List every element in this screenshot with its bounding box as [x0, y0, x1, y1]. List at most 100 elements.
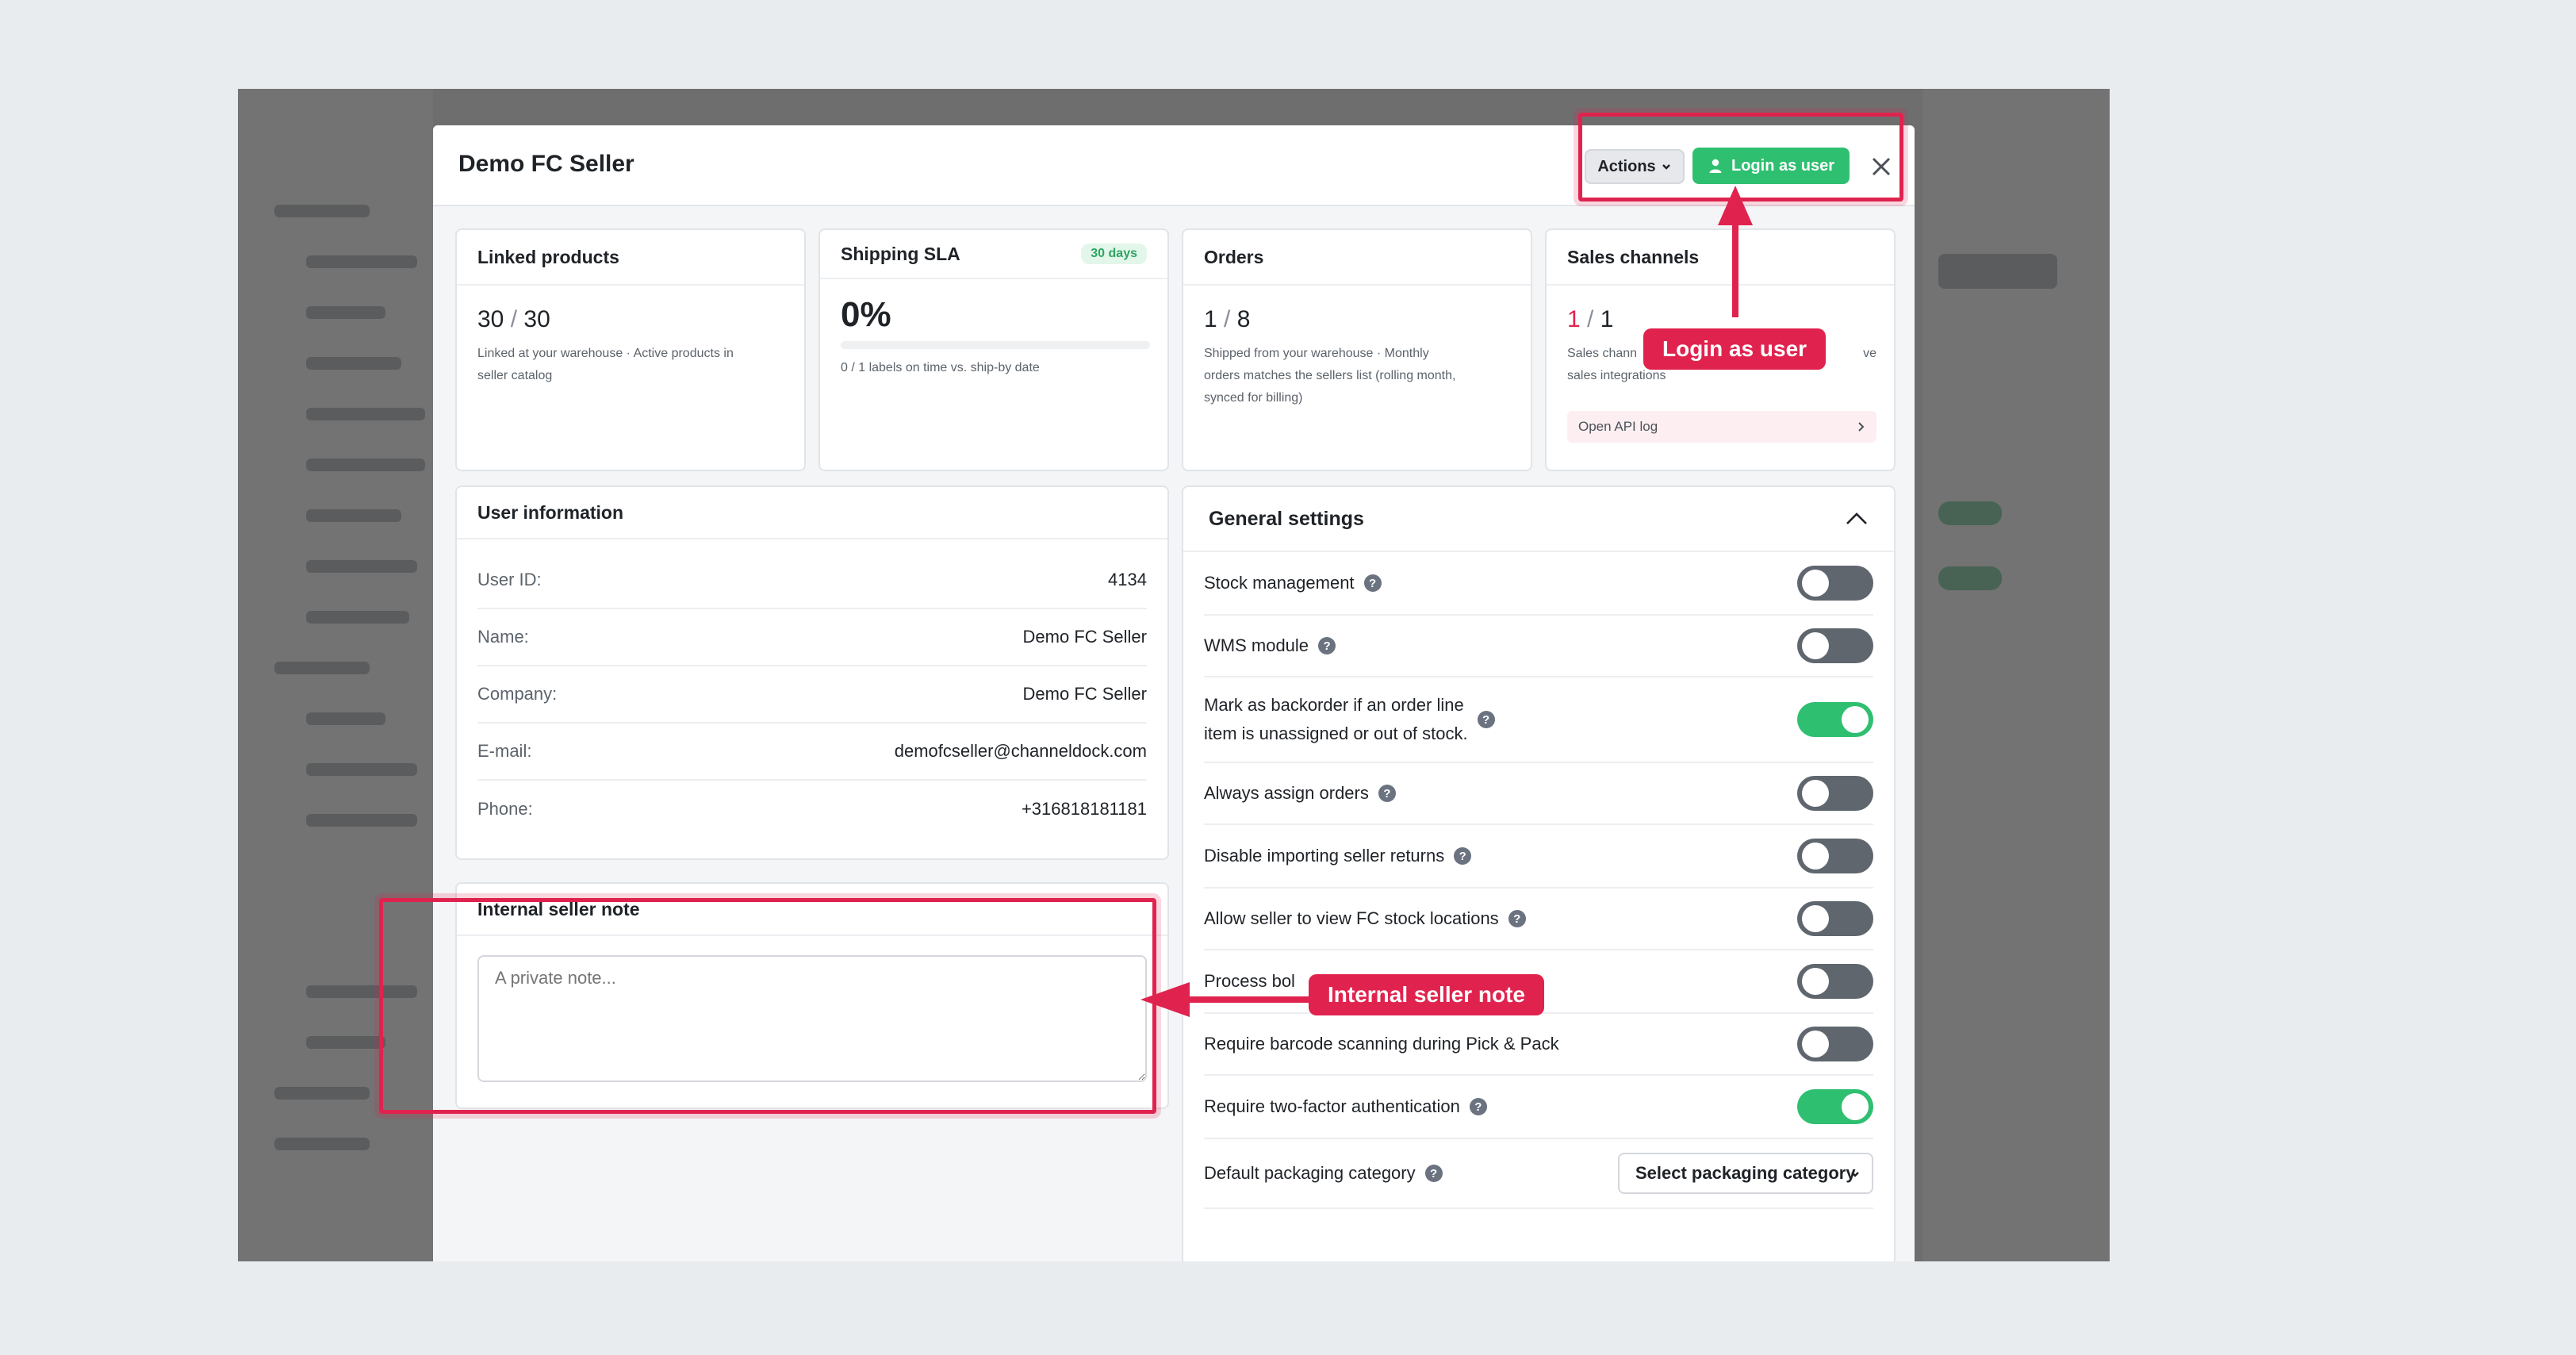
shipping-sla-value: 0%	[841, 295, 891, 334]
value-total: 1	[1600, 306, 1614, 332]
general-settings-header[interactable]: General settings	[1183, 487, 1894, 552]
always-assign-orders-toggle[interactable]	[1797, 776, 1873, 811]
value-main: 1	[1567, 306, 1581, 332]
packaging-category-select[interactable]: Select packaging category	[1618, 1153, 1873, 1194]
card-title: General settings	[1209, 507, 1364, 530]
setting-mark-as-backorder: Mark as backorder if an order line item i…	[1204, 678, 1873, 763]
general-settings-card: General settings Stock management? WMS m…	[1182, 486, 1896, 1261]
setting-label: Always assign orders	[1204, 783, 1369, 803]
user-id-row: User ID: 4134	[477, 552, 1147, 609]
row-label: User ID:	[477, 570, 542, 589]
setting-label: Require two-factor authentication	[1204, 1096, 1460, 1116]
card-title: Orders	[1183, 230, 1531, 286]
orders-card: Orders 1 / 8 Shipped from your warehouse…	[1182, 228, 1532, 471]
value-separator: /	[504, 306, 524, 332]
row-label: Company:	[477, 684, 558, 704]
orders-desc: Shipped from your warehouse · Monthly ord…	[1204, 343, 1455, 409]
help-icon[interactable]: ?	[1477, 711, 1495, 728]
help-icon[interactable]: ?	[1454, 847, 1472, 865]
note-highlight-box	[379, 898, 1156, 1114]
setting-label: WMS module	[1204, 635, 1309, 655]
name-row: Name: Demo FC Seller	[477, 609, 1147, 666]
label-line: item is unassigned or out of stock.	[1204, 724, 1468, 743]
desc-line: Shipped from your warehouse · Monthly	[1204, 347, 1429, 360]
value-main: 1	[1204, 306, 1217, 332]
company-row: Company: Demo FC Seller	[477, 666, 1147, 724]
help-icon[interactable]: ?	[1318, 637, 1336, 654]
desc-text: Sales chann	[1567, 347, 1638, 360]
chevron-down-icon	[1851, 1172, 1859, 1177]
shipping-sla-desc: 0 / 1 labels on time vs. ship-by date	[841, 361, 1040, 374]
stock-management-toggle[interactable]	[1797, 566, 1873, 601]
open-api-log-button[interactable]: Open API log	[1567, 411, 1876, 443]
help-icon[interactable]: ?	[1508, 910, 1526, 927]
arrow-up-icon	[1718, 186, 1753, 317]
desc-line: synced for billing)	[1204, 391, 1303, 405]
modal-title: Demo FC Seller	[458, 151, 634, 177]
label-line: Mark as backorder if an order line	[1204, 695, 1464, 715]
help-icon[interactable]: ?	[1424, 1165, 1443, 1182]
api-log-label: Open API log	[1578, 419, 1658, 434]
row-value: +316818181181	[1021, 799, 1147, 819]
shipping-sla-card: Shipping SLA 30 days 0% 0 / 1 labels on …	[818, 228, 1169, 471]
setting-stock-management: Stock management?	[1204, 552, 1873, 616]
card-header: Shipping SLA 30 days	[820, 230, 1167, 279]
select-value: Select packaging category	[1635, 1163, 1856, 1183]
setting-label: Stock management	[1204, 573, 1355, 593]
desc-line: seller catalog	[477, 369, 553, 382]
orders-value: 1 / 8	[1204, 306, 1250, 333]
row-value: 4134	[1108, 570, 1147, 589]
card-title: User information	[457, 487, 1167, 539]
setting-label: Disable importing seller returns	[1204, 846, 1445, 866]
setting-label: Allow seller to view FC stock locations	[1204, 908, 1499, 928]
row-label: Name:	[477, 627, 529, 647]
view-fc-stock-locations-toggle[interactable]	[1797, 901, 1873, 936]
value-total: 30	[523, 306, 550, 332]
setting-default-packaging: Default packaging category? Select packa…	[1204, 1139, 1873, 1209]
setting-disable-importing-returns: Disable importing seller returns?	[1204, 825, 1873, 889]
setting-label: Default packaging category	[1204, 1163, 1416, 1183]
row-label: Phone:	[477, 799, 533, 819]
note-callout: Internal seller note	[1309, 974, 1544, 1015]
process-bol-toggle[interactable]	[1797, 964, 1873, 999]
barcode-scanning-toggle[interactable]	[1797, 1027, 1873, 1061]
linked-products-value: 30 / 30	[477, 306, 550, 333]
desc-text: ve	[1863, 347, 1876, 360]
sla-period-badge: 30 days	[1081, 244, 1147, 264]
row-value: Demo FC Seller	[1022, 684, 1147, 704]
arrow-left-icon	[1140, 982, 1315, 1017]
chevron-up-icon	[1846, 512, 1867, 524]
setting-label: Require barcode scanning during Pick & P…	[1204, 1034, 1559, 1054]
wms-module-toggle[interactable]	[1797, 628, 1873, 663]
help-icon[interactable]: ?	[1378, 785, 1396, 802]
two-factor-auth-toggle[interactable]	[1797, 1089, 1873, 1124]
help-icon[interactable]: ?	[1469, 1098, 1487, 1115]
row-value: Demo FC Seller	[1022, 627, 1147, 647]
setting-view-fc-stock-locations: Allow seller to view FC stock locations?	[1204, 889, 1873, 950]
setting-barcode-scanning: Require barcode scanning during Pick & P…	[1204, 1014, 1873, 1076]
desc-line: orders matches the sellers list (rolling…	[1204, 369, 1456, 382]
email-row: E-mail: demofcseller@channeldock.com	[477, 724, 1147, 781]
mark-as-backorder-toggle[interactable]	[1797, 702, 1873, 737]
help-icon[interactable]: ?	[1363, 574, 1382, 592]
setting-two-factor-auth: Require two-factor authentication?	[1204, 1076, 1873, 1139]
disable-importing-returns-toggle[interactable]	[1797, 839, 1873, 873]
setting-label: Mark as backorder if an order line item i…	[1204, 691, 1468, 748]
card-title: Shipping SLA	[841, 243, 960, 264]
user-information-card: User information User ID: 4134 Name: Demo …	[455, 486, 1169, 860]
setting-wms-module: WMS module?	[1204, 616, 1873, 678]
value-separator: /	[1217, 306, 1237, 332]
desc-line: Linked at your warehouse · Active produc…	[477, 347, 734, 360]
value-main: 30	[477, 306, 504, 332]
sla-progress-bar	[841, 341, 1150, 349]
sales-channels-value: 1 / 1	[1567, 306, 1613, 333]
row-value: demofcseller@channeldock.com	[894, 741, 1147, 761]
card-title: Linked products	[457, 230, 804, 286]
login-callout: Login as user	[1643, 328, 1827, 370]
linked-products-card: Linked products 30 / 30 Linked at your w…	[455, 228, 806, 471]
setting-always-assign-orders: Always assign orders?	[1204, 763, 1873, 825]
value-separator: /	[1580, 306, 1600, 332]
phone-row: Phone: +316818181181	[477, 781, 1147, 838]
row-label: E-mail:	[477, 741, 532, 761]
value-total: 8	[1236, 306, 1251, 332]
